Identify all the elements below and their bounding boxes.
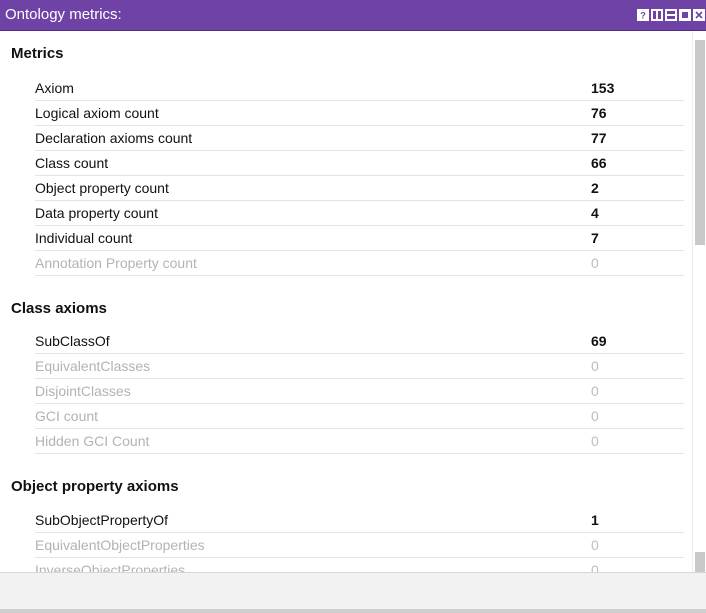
metric-value: 69 — [591, 333, 607, 349]
metric-row-hidden-gci-count: Hidden GCI Count 0 — [35, 429, 684, 454]
metric-row-object-property-count: Object property count 2 — [35, 176, 684, 201]
metric-value: 66 — [591, 155, 607, 171]
metric-value: 0 — [591, 383, 599, 399]
metric-value: 76 — [591, 105, 607, 121]
split-horizontal-icon[interactable] — [665, 9, 677, 21]
metric-value: 2 — [591, 180, 599, 196]
ontology-metrics-window: Ontology metrics: ? Metrics Axiom 153 Lo… — [0, 0, 706, 613]
metric-row-subobjectpropertyof: SubObjectPropertyOf 1 — [35, 508, 684, 533]
section-title-object-property-axioms: Object property axioms — [11, 478, 179, 495]
metric-row-disjointclasses: DisjointClasses 0 — [35, 379, 684, 404]
metric-row-declaration-axioms-count: Declaration axioms count 77 — [35, 126, 684, 151]
metric-row-axiom: Axiom 153 — [35, 76, 684, 101]
footer-edge — [0, 609, 706, 613]
metric-value: 1 — [591, 512, 599, 528]
metric-row-subclassof: SubClassOf 69 — [35, 329, 684, 354]
scrollbar-thumb[interactable] — [695, 40, 705, 245]
section-title-class-axioms: Class axioms — [11, 300, 107, 317]
metric-label: Hidden GCI Count — [35, 433, 150, 449]
scrollbar-thumb-lower[interactable] — [695, 552, 705, 572]
metric-value: 0 — [591, 255, 599, 271]
metric-label: Individual count — [35, 230, 133, 246]
metric-value: 0 — [591, 562, 599, 572]
metric-row-annotation-property-count: Annotation Property count 0 — [35, 251, 684, 276]
metric-label: Declaration axioms count — [35, 130, 193, 146]
metric-value: 0 — [591, 358, 599, 374]
metric-label: EquivalentClasses — [35, 358, 151, 374]
metric-row-logical-axiom-count: Logical axiom count 76 — [35, 101, 684, 126]
metric-value: 7 — [591, 230, 599, 246]
metric-label: Class count — [35, 155, 109, 171]
vertical-scrollbar[interactable] — [692, 31, 706, 572]
metric-label: GCI count — [35, 408, 99, 424]
metric-value: 0 — [591, 408, 599, 424]
metrics-panel: Metrics Axiom 153 Logical axiom count 76… — [0, 31, 692, 572]
float-icon[interactable] — [679, 9, 691, 21]
metric-value: 153 — [591, 80, 615, 96]
metric-row-gci-count: GCI count 0 — [35, 404, 684, 429]
close-icon[interactable] — [693, 9, 705, 21]
metric-row-individual-count: Individual count 7 — [35, 226, 684, 251]
metric-label: Data property count — [35, 205, 158, 221]
metric-label: SubObjectPropertyOf — [35, 512, 169, 528]
split-vertical-icon[interactable] — [651, 9, 663, 21]
metric-value: 77 — [591, 130, 607, 146]
help-icon[interactable]: ? — [637, 9, 649, 21]
metric-row-class-count: Class count 66 — [35, 151, 684, 176]
footer-bar — [0, 572, 706, 613]
window-controls: ? — [637, 9, 705, 21]
metric-label: Object property count — [35, 180, 169, 196]
metric-label: InverseObjectProperties — [35, 562, 186, 572]
window-title: Ontology metrics: — [5, 6, 122, 23]
metric-value: 0 — [591, 537, 599, 553]
metric-value: 0 — [591, 433, 599, 449]
metric-label: Logical axiom count — [35, 105, 159, 121]
svg-text:?: ? — [640, 11, 646, 21]
metric-row-inverseobjectproperties: InverseObjectProperties 0 — [35, 558, 684, 572]
metric-row-data-property-count: Data property count 4 — [35, 201, 684, 226]
metric-label: DisjointClasses — [35, 383, 131, 399]
metric-label: EquivalentObjectProperties — [35, 537, 205, 553]
metric-row-equivalentobjectproperties: EquivalentObjectProperties 0 — [35, 533, 684, 558]
section-title-metrics: Metrics — [11, 45, 64, 62]
metric-label: SubClassOf — [35, 333, 110, 349]
metric-label: Axiom — [35, 80, 74, 96]
metric-value: 4 — [591, 205, 599, 221]
metric-row-equivalentclasses: EquivalentClasses 0 — [35, 354, 684, 379]
title-bar: Ontology metrics: ? — [0, 0, 706, 31]
metric-label: Annotation Property count — [35, 255, 197, 271]
